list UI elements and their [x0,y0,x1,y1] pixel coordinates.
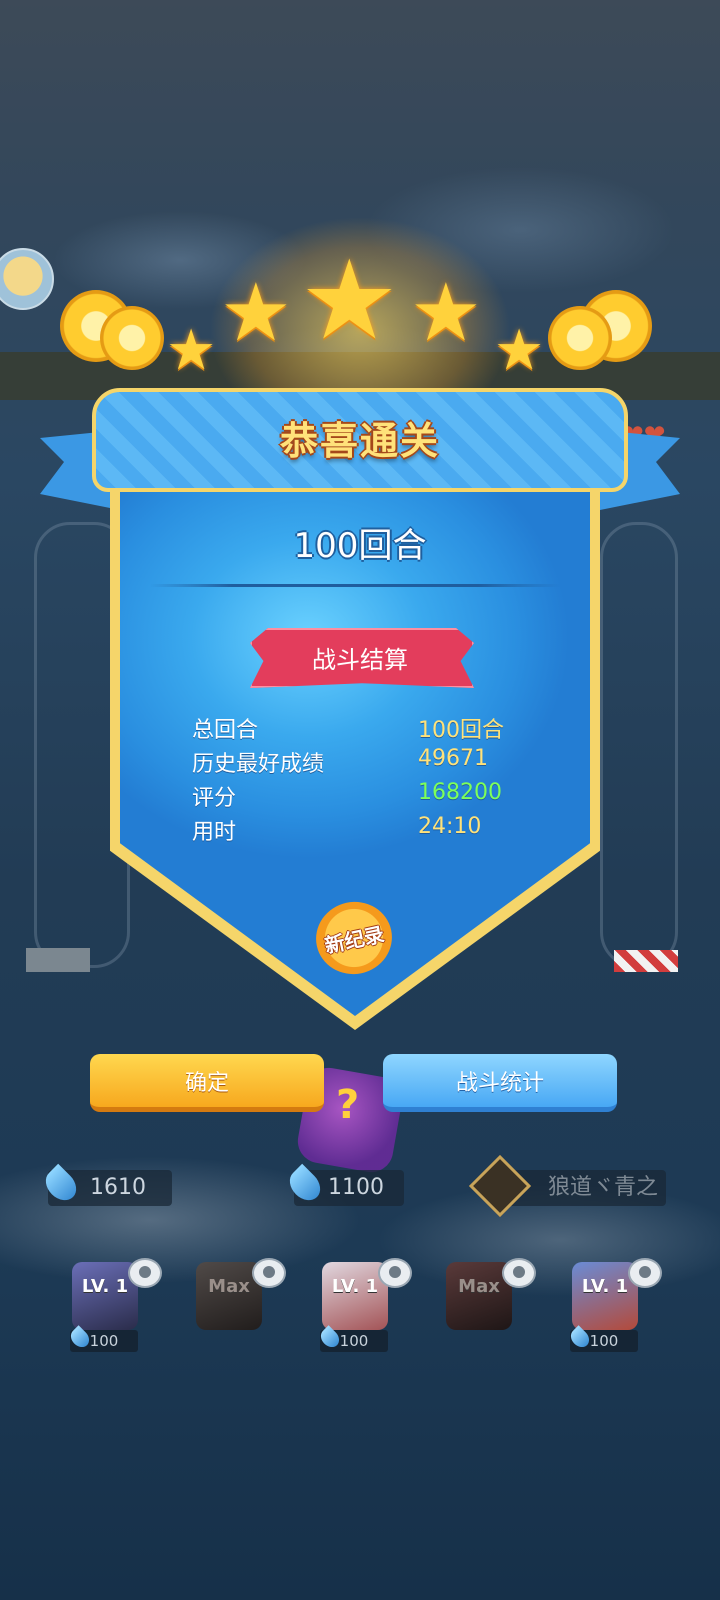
stat-value: 24:10 [418,814,482,839]
card-level: LV. 1 [581,1276,629,1297]
stat-label: 评分 [192,786,237,811]
stat-row-total-rounds: 总回合 100回合 [192,712,612,746]
left-track-base [26,948,90,972]
stat-row-time: 用时 24:10 [192,814,612,848]
battle-stats-button[interactable]: 战斗统计 [383,1054,617,1112]
card-level: LV. 1 [81,1276,129,1297]
heading-divider [150,584,560,587]
card-level: LV. 1 [331,1276,379,1297]
stat-label: 用时 [192,820,237,845]
right-track-base [614,950,678,972]
battle-summary: 总回合 100回合 历史最好成绩 49671 评分 168200 用时 24:1… [192,712,612,848]
eye-icon[interactable] [628,1258,662,1288]
star-icon: ★ [300,236,399,364]
dice-question-mark: ? [336,1082,360,1128]
stat-value: 100回合 [418,718,504,743]
section-ribbon-label: 战斗结算 [312,646,408,674]
card-level: Max [458,1276,500,1297]
stat-row-best-score: 历史最好成绩 49671 [192,746,612,780]
trumpet-icon [548,306,612,370]
rounds-heading: 100回合 [293,526,427,566]
stat-label: 历史最好成绩 [192,752,325,777]
star-icon: ★ [410,266,482,359]
eye-icon[interactable] [502,1258,536,1288]
eye-icon[interactable] [252,1258,286,1288]
stat-row-rating: 评分 168200 [192,780,612,814]
star-icon: ★ [220,266,292,359]
card-level: Max [208,1276,250,1297]
star-icon: ★ [166,318,217,383]
trumpet-icon [100,306,164,370]
stat-label: 总回合 [192,718,259,743]
eye-icon[interactable] [378,1258,412,1288]
stat-value: 49671 [418,746,488,771]
resource-value: 1100 [328,1175,384,1200]
eye-icon[interactable] [128,1258,162,1288]
player-name: 狼道ヾ青之 [548,1175,659,1200]
resource-value: 1610 [90,1175,146,1200]
star-icon: ★ [494,318,545,383]
confirm-button[interactable]: 确定 [90,1054,324,1112]
victory-title: 恭喜通关 [279,419,440,463]
stat-value: 168200 [418,780,502,805]
